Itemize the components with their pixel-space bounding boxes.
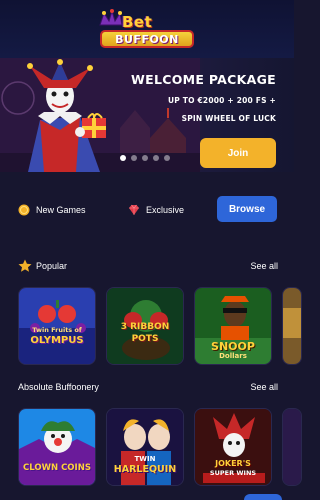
game-title: JOKER'S <box>215 459 251 468</box>
carousel-dot[interactable] <box>153 155 159 161</box>
game-title: OLYMPUS <box>30 335 84 346</box>
hero-subtitle-line2: SPIN WHEEL OF LUCK <box>181 114 276 123</box>
game-title: TWIN <box>134 455 156 463</box>
category-label-exclusive: Exclusive <box>146 205 185 215</box>
logo-text-bet: Bet <box>122 13 153 31</box>
join-button[interactable]: Join <box>200 138 276 168</box>
star-icon <box>18 259 32 272</box>
absolute-buffoonery-games-row: CLOWN COINS TWIN HARLEQUIN JOKER'S SUPER… <box>18 408 318 486</box>
game-thumbnail <box>283 409 301 485</box>
browse-button[interactable]: Browse <box>217 196 277 222</box>
carousel-dot[interactable] <box>131 155 137 161</box>
game-tile-3-ribbon-pots[interactable]: 3 RIBBON POTS <box>106 287 184 365</box>
game-title: POTS <box>131 334 159 344</box>
category-bar: New Games Exclusive Browse <box>0 196 294 228</box>
game-thumbnail <box>283 288 301 364</box>
floating-action-button[interactable] <box>244 494 282 500</box>
game-tile-twin-harlequin[interactable]: TWIN HARLEQUIN <box>106 408 184 486</box>
game-tile-twin-fruits-olympus[interactable]: Twin Fruits of OLYMPUS <box>18 287 96 365</box>
jester-hat-icon <box>99 9 123 26</box>
game-title: 3 RIBBON <box>120 322 170 332</box>
carousel-dot[interactable] <box>120 155 126 161</box>
carousel-dot[interactable] <box>164 155 170 161</box>
section-header-absolute-buffoonery: Absolute Buffoonery See all <box>18 377 278 397</box>
game-tile-snoop-dollars[interactable]: SNOOP Dollars <box>194 287 272 365</box>
game-title: Twin Fruits of <box>32 326 82 334</box>
carousel-dot[interactable] <box>142 155 148 161</box>
category-exclusive[interactable]: Exclusive <box>128 204 184 216</box>
diamond-icon <box>129 204 139 215</box>
coin-icon <box>18 204 30 216</box>
top-header: Bet BUFFOON <box>0 0 294 58</box>
game-tile-clown-coins[interactable]: CLOWN COINS <box>18 408 96 486</box>
game-tile-partial[interactable] <box>282 287 302 365</box>
hero-title: WELCOME PACKAGE <box>131 72 276 87</box>
bet-buffoon-logo[interactable]: Bet BUFFOON <box>92 7 202 51</box>
category-label-new-games: New Games <box>36 205 86 215</box>
game-title: Dollars <box>219 352 247 360</box>
hero-banner[interactable]: WELCOME PACKAGE UP TO €2000 + 200 FS + S… <box>0 58 294 172</box>
section-title: Popular <box>36 261 68 271</box>
game-title: HARLEQUIN <box>113 464 177 475</box>
hero-subtitle-line1: UP TO €2000 + 200 FS + <box>168 96 276 105</box>
game-tile-partial[interactable] <box>282 408 302 486</box>
game-title: CLOWN COINS <box>23 463 91 473</box>
game-tile-jokers-super-wins[interactable]: JOKER'S SUPER WINS <box>194 408 272 486</box>
game-thumbnail <box>19 409 95 485</box>
see-all-link[interactable]: See all <box>250 261 278 271</box>
section-header-popular: Popular See all <box>18 256 278 276</box>
carousel-dots <box>120 155 170 161</box>
see-all-link[interactable]: See all <box>250 382 278 392</box>
popular-games-row: Twin Fruits of OLYMPUS 3 RIBBON POTS SNO… <box>18 287 318 365</box>
section-title: Absolute Buffoonery <box>18 382 99 392</box>
game-title: SUPER WINS <box>209 469 257 477</box>
category-new-games[interactable]: New Games <box>18 204 86 216</box>
logo-text-buffoon: BUFFOON <box>100 30 194 48</box>
